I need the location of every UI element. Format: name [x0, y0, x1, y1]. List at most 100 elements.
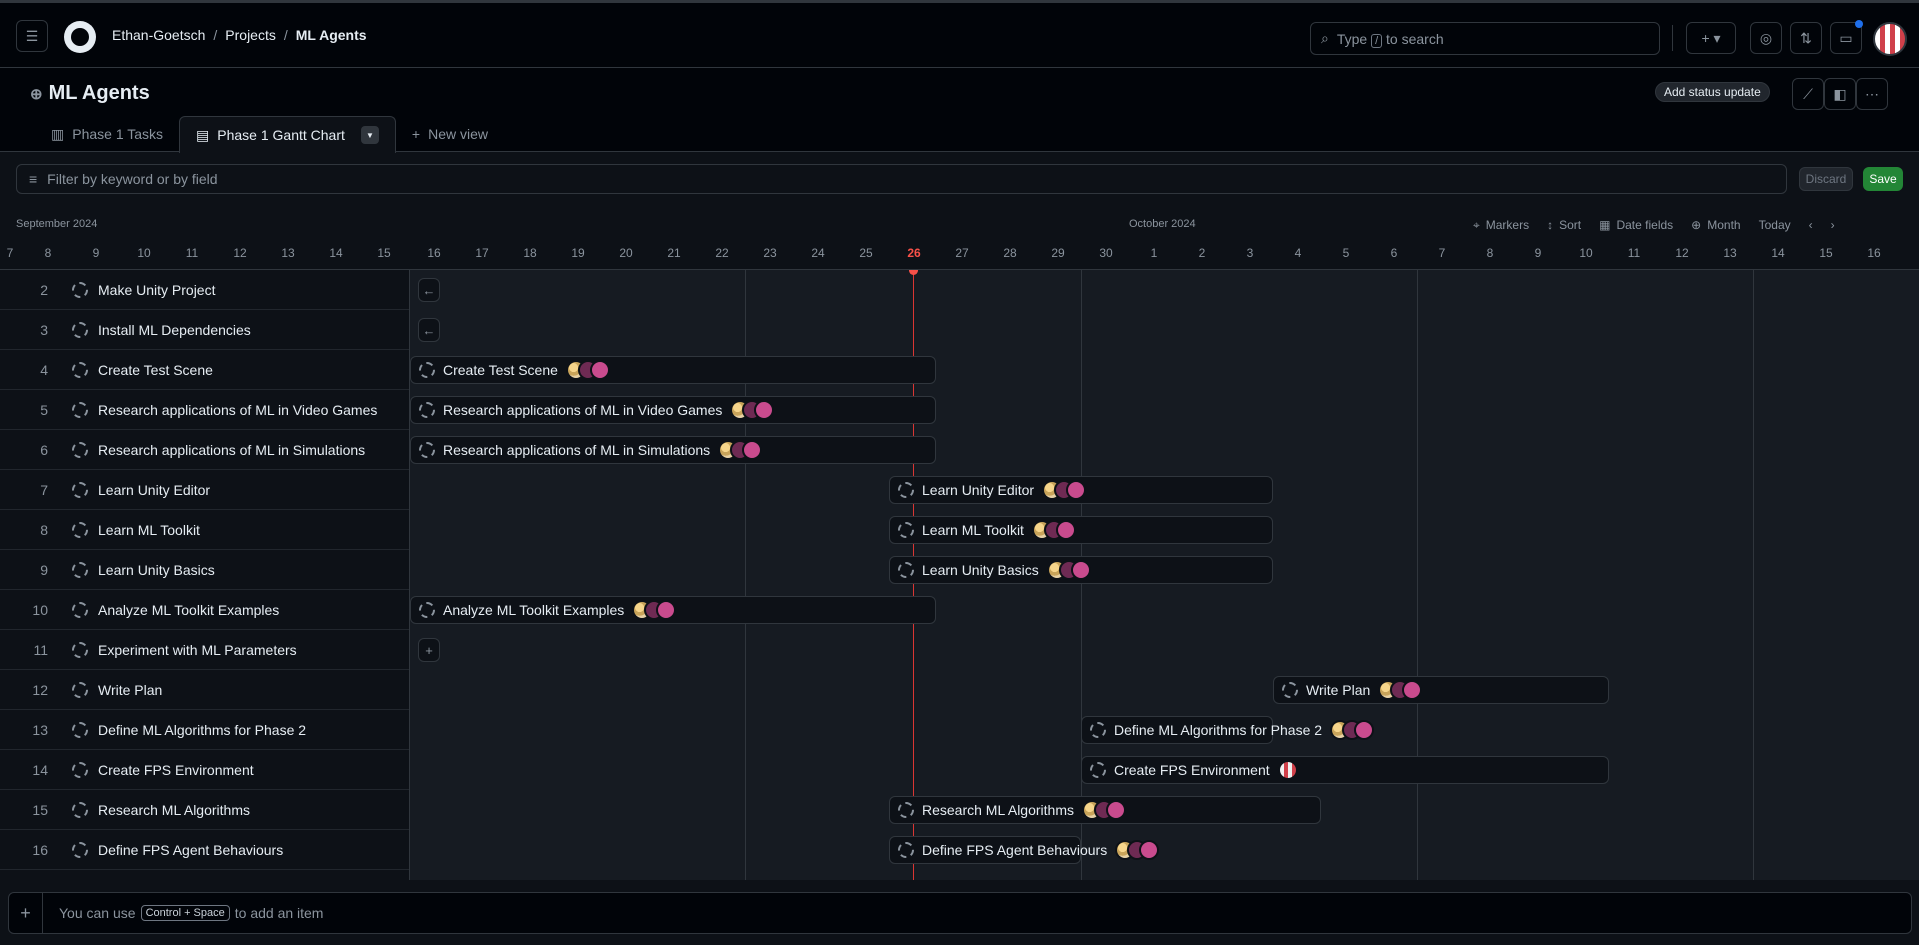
add-item-hint: You can use Control + Space to add an it… — [59, 905, 324, 921]
status-icon — [898, 562, 914, 578]
assignee-avatar[interactable] — [742, 440, 763, 460]
menu-button[interactable]: ☰ — [16, 20, 48, 52]
github-logo-icon[interactable] — [64, 21, 96, 53]
item-row[interactable]: 12 Write Plan — [0, 670, 409, 710]
issues-button[interactable]: ◎ — [1750, 22, 1782, 54]
item-title[interactable]: Define ML Algorithms for Phase 2 — [98, 722, 306, 738]
item-title[interactable]: Create FPS Environment — [98, 762, 254, 778]
item-row[interactable]: 13 Define ML Algorithms for Phase 2 — [0, 710, 409, 750]
item-row[interactable]: 2 Make Unity Project — [0, 270, 409, 310]
item-title[interactable]: Research applications of ML in Video Gam… — [98, 402, 377, 418]
item-row[interactable]: 9 Learn Unity Basics — [0, 550, 409, 590]
today-button[interactable]: Today — [1759, 218, 1791, 232]
scroll-to-item-button[interactable]: ← — [418, 318, 440, 342]
assignee-avatar[interactable] — [1277, 760, 1298, 780]
assignee-avatar[interactable] — [1070, 560, 1091, 580]
discard-button[interactable]: Discard — [1799, 167, 1853, 191]
date-fields-button[interactable]: ▦ Date fields — [1599, 218, 1673, 232]
item-title[interactable]: Install ML Dependencies — [98, 322, 251, 338]
item-title[interactable]: Learn Unity Basics — [98, 562, 215, 578]
plus-icon[interactable]: + — [9, 893, 43, 933]
timeline-day-row: 7 8 9 10 11 12 13 14 15 16 17 18 19 20 21 22 23 24 25 26 27 2… — [0, 238, 1919, 270]
gantt-bar[interactable]: Research ML Algorithms — [889, 796, 1321, 824]
item-title[interactable]: Experiment with ML Parameters — [98, 642, 297, 658]
assignee-avatar[interactable] — [754, 400, 775, 420]
item-title[interactable]: Learn ML Toolkit — [98, 522, 200, 538]
markers-button[interactable]: ⌖ Markers — [1473, 218, 1529, 233]
side-panel-button[interactable]: ◧ — [1824, 78, 1856, 110]
tab-phase-1-tasks[interactable]: ▥ Phase 1 Tasks — [35, 116, 179, 152]
next-button[interactable]: › — [1831, 218, 1835, 232]
gantt-bar[interactable]: Write Plan — [1273, 676, 1609, 704]
item-title[interactable]: Create Test Scene — [98, 362, 213, 378]
breadcrumb-projects[interactable]: Projects — [225, 27, 276, 43]
gantt-bar[interactable]: Learn ML Toolkit — [889, 516, 1273, 544]
item-title[interactable]: Analyze ML Toolkit Examples — [98, 602, 279, 618]
pull-requests-button[interactable]: ⇅ — [1790, 22, 1822, 54]
item-row[interactable]: 16 Define FPS Agent Behaviours — [0, 830, 409, 870]
add-status-update-button[interactable]: Add status update — [1655, 82, 1770, 102]
gantt-bar[interactable]: Define FPS Agent Behaviours — [889, 836, 1160, 864]
breadcrumb-project[interactable]: ML Agents — [296, 27, 367, 43]
kebab-icon: ⋯ — [1865, 85, 1879, 102]
user-avatar[interactable] — [1873, 22, 1907, 56]
day-label: 6 — [1390, 246, 1398, 260]
create-new-button[interactable]: + ▾ — [1686, 22, 1736, 54]
assignee-avatar[interactable] — [1066, 480, 1087, 500]
item-title[interactable]: Research ML Algorithms — [98, 802, 250, 818]
item-title[interactable]: Research applications of ML in Simulatio… — [98, 442, 365, 458]
add-dates-button[interactable]: + — [418, 638, 440, 662]
item-row[interactable]: 14 Create FPS Environment — [0, 750, 409, 790]
item-row[interactable]: 10 Analyze ML Toolkit Examples — [0, 590, 409, 630]
assignee-avatar[interactable] — [589, 360, 610, 380]
zoom-button[interactable]: ⊕ Month — [1691, 218, 1740, 232]
item-row[interactable]: 8 Learn ML Toolkit — [0, 510, 409, 550]
sort-button[interactable]: ↕ Sort — [1547, 218, 1581, 232]
gantt-bar[interactable]: Define ML Algorithms for Phase 2 — [1081, 716, 1375, 744]
item-number: 4 — [40, 361, 48, 378]
tab-phase-1-gantt-chart[interactable]: ▤ Phase 1 Gantt Chart ▼ — [179, 116, 396, 153]
previous-button[interactable]: ‹ — [1809, 218, 1813, 232]
gantt-bar[interactable]: Create FPS Environment — [1081, 756, 1609, 784]
item-row[interactable]: 4 Create Test Scene — [0, 350, 409, 390]
item-row[interactable]: 7 Learn Unity Editor — [0, 470, 409, 510]
status-icon — [72, 321, 88, 338]
gantt-bar[interactable]: Learn Unity Editor — [889, 476, 1273, 504]
filter-input[interactable]: ≡ Filter by keyword or by field — [16, 164, 1787, 194]
add-item-input[interactable]: + You can use Control + Space to add an … — [8, 892, 1912, 934]
item-row[interactable]: 5 Research applications of ML in Video Ga… — [0, 390, 409, 430]
item-title[interactable]: Learn Unity Editor — [98, 482, 210, 498]
save-button[interactable]: Save — [1863, 167, 1903, 191]
status-icon — [72, 281, 88, 298]
item-title[interactable]: Define FPS Agent Behaviours — [98, 842, 283, 858]
item-title[interactable]: Make Unity Project — [98, 282, 215, 298]
assignee-avatar[interactable] — [656, 600, 677, 620]
assignees — [1031, 520, 1076, 540]
status-icon — [1282, 682, 1298, 698]
more-options-button[interactable]: ⋯ — [1856, 78, 1888, 110]
assignee-avatar[interactable] — [1402, 680, 1423, 700]
bar-title: Create FPS Environment — [1114, 762, 1270, 778]
item-row[interactable]: 3 Install ML Dependencies — [0, 310, 409, 350]
item-row[interactable]: 11 Experiment with ML Parameters — [0, 630, 409, 670]
gantt-bar[interactable]: Research applications of ML in Simulatio… — [410, 436, 936, 464]
gantt-bar[interactable]: Learn Unity Basics — [889, 556, 1273, 584]
gantt-bar[interactable]: Create Test Scene — [410, 356, 936, 384]
item-row[interactable]: 6 Research applications of ML in Simulati… — [0, 430, 409, 470]
breadcrumb-owner[interactable]: Ethan-Goetsch — [112, 27, 205, 43]
gantt-bar[interactable]: Research applications of ML in Video Gam… — [410, 396, 936, 424]
scroll-to-item-button[interactable]: ← — [418, 278, 440, 302]
day-label: 4 — [1294, 246, 1302, 260]
item-title[interactable]: Write Plan — [98, 682, 162, 698]
new-view-button[interactable]: + New view — [396, 116, 504, 152]
view-options-icon[interactable]: ▼ — [360, 126, 379, 144]
assignee-avatar[interactable] — [1055, 520, 1076, 540]
gantt-bar[interactable]: Analyze ML Toolkit Examples — [410, 596, 936, 624]
assignee-avatar[interactable] — [1105, 800, 1126, 820]
insights-button[interactable]: ⟋ — [1792, 78, 1824, 110]
search-input[interactable]: ⌕ Type / to search — [1310, 22, 1660, 55]
assignee-avatar[interactable] — [1139, 840, 1160, 860]
item-row[interactable]: 15 Research ML Algorithms — [0, 790, 409, 830]
assignees — [1081, 800, 1126, 820]
assignee-avatar[interactable] — [1354, 720, 1375, 740]
